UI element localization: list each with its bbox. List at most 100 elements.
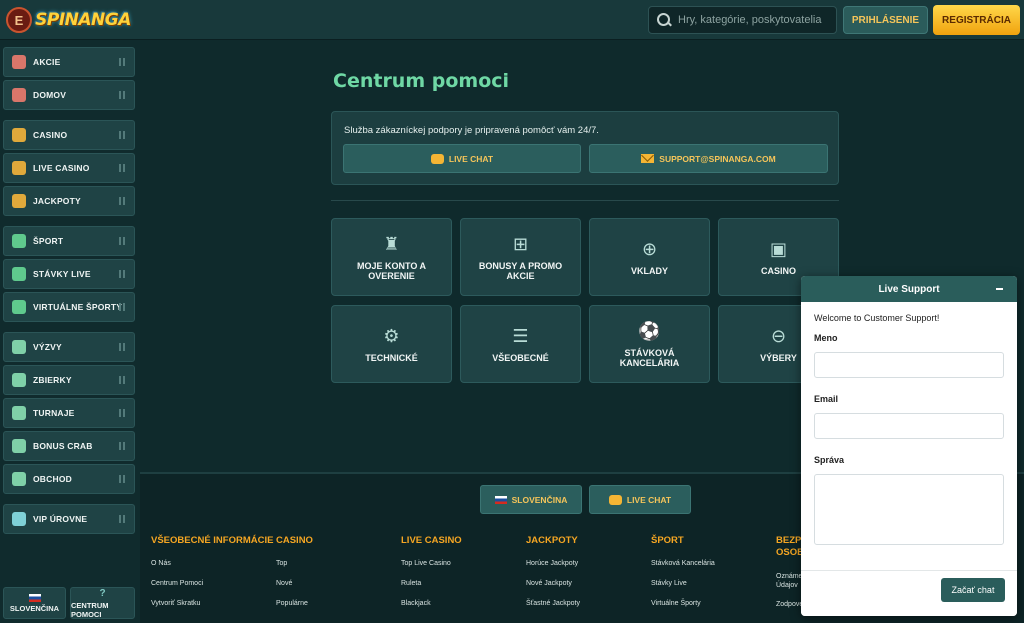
sidebar-item-10[interactable]: TURNAJE [3, 398, 135, 428]
category-label: VKLADY [630, 266, 668, 276]
gear-icon: ⚙ [383, 325, 400, 346]
chat-icon [430, 153, 444, 164]
footer-link[interactable]: Šťastné Jackpoty [526, 600, 580, 607]
chevron-right-icon [119, 270, 125, 278]
sidebar-item-1[interactable]: DOMOV [3, 80, 135, 110]
sidebar-item-3[interactable]: LIVE CASINO [3, 153, 135, 183]
footer-link[interactable]: O Nás [151, 560, 171, 567]
trophy-icon [12, 406, 26, 420]
logo-text: SPINANGA [35, 10, 131, 30]
sidebar-item-label: ŠPORT [33, 236, 64, 246]
sidebar-help-button[interactable]: ? CENTRUM POMOCI [70, 587, 135, 619]
sidebar-language-button[interactable]: SLOVENČINA [3, 587, 66, 619]
live-chat-button[interactable]: LIVE CHAT [343, 144, 581, 173]
sidebar-item-4[interactable]: JACKPOTY [3, 186, 135, 216]
widget-title: Live Support [878, 283, 940, 295]
footer-live-chat-label: LIVE CHAT [626, 494, 672, 505]
sidebar-item-6[interactable]: STÁVKY LIVE [3, 259, 135, 289]
sidebar-item-2[interactable]: CASINO [3, 120, 135, 150]
category-card[interactable]: ♜ MOJE KONTO A OVERENIE [331, 218, 452, 296]
sidebar-item-0[interactable]: AKCIE [3, 47, 135, 77]
category-label: MOJE KONTO A OVERENIE [356, 261, 426, 281]
account-icon: ♜ [383, 233, 400, 254]
email-field[interactable] [814, 413, 1004, 439]
minimize-icon[interactable] [996, 288, 1003, 290]
divider [331, 200, 839, 201]
sidebar-item-13[interactable]: VIP ÚROVNE [3, 504, 135, 534]
gift-icon [12, 55, 26, 69]
soccer-ball-icon [12, 234, 26, 248]
sidebar-item-label: VIP ÚROVNE [33, 514, 88, 524]
category-card[interactable]: ⊕ VKLADY [589, 218, 710, 296]
email-support-button[interactable]: SUPPORT@SPINANGA.COM [589, 144, 828, 173]
cards-icon [12, 373, 26, 387]
support-box: Služba zákazníckej podpory je pripravená… [331, 111, 839, 185]
gift-icon: ⊞ [512, 233, 529, 254]
footer-column-title: LIVE CASINO [401, 535, 462, 546]
footer-link[interactable]: Vytvoriť Skratku [151, 600, 200, 607]
sidebar-item-12[interactable]: OBCHOD [3, 464, 135, 494]
sidebar-item-label: STÁVKY LIVE [33, 269, 91, 279]
sidebar-item-label: AKCIE [33, 57, 61, 67]
list-icon: ☰ [512, 325, 529, 346]
widget-header: Live Support [801, 276, 1017, 302]
sidebar-item-label: DOMOV [33, 90, 67, 100]
category-card[interactable]: ☰ VŠEOBECNÉ [460, 305, 581, 383]
chevron-right-icon [119, 58, 125, 66]
logo[interactable]: SPINANGA [35, 3, 131, 37]
sidebar-item-label: OBCHOD [33, 474, 72, 484]
sidebar-item-9[interactable]: ZBIERKY [3, 365, 135, 395]
footer-link[interactable]: Oznáme Údajov [776, 572, 802, 590]
slot-machine-icon [12, 128, 26, 142]
support-text: Služba zákazníckej podpory je pripravená… [344, 125, 599, 136]
sidebar-item-5[interactable]: ŠPORT [3, 226, 135, 256]
search-input[interactable] [678, 14, 828, 26]
message-field[interactable] [814, 474, 1004, 545]
widget-body: Welcome to Customer Support! Meno Email … [801, 302, 1017, 545]
start-chat-button[interactable]: Začať chat [941, 578, 1005, 602]
footer-column-title: ŠPORT [651, 535, 684, 546]
footer-link[interactable]: Horúce Jackpoty [526, 560, 578, 567]
slovak-flag-icon [28, 593, 41, 602]
chevron-right-icon [119, 515, 125, 523]
sidebar-item-label: ZBIERKY [33, 375, 72, 385]
chevron-right-icon [119, 376, 125, 384]
footer-live-chat-button[interactable]: LIVE CHAT [589, 485, 691, 514]
footer-link[interactable]: Zodpove [776, 600, 803, 609]
dealer-icon [12, 161, 26, 175]
footer-link[interactable]: Nové Jackpoty [526, 580, 572, 587]
category-label: TECHNICKÉ [365, 353, 418, 363]
sidebar-help-label: CENTRUM POMOCI [71, 600, 109, 619]
name-field[interactable] [814, 352, 1004, 378]
sidebar-item-label: VIRTUÁLNE ŠPORTY [33, 302, 123, 312]
sidebar-item-label: JACKPOTY [33, 196, 81, 206]
category-card[interactable]: ⊞ BONUSY A PROMO AKCIE [460, 218, 581, 296]
menu-toggle-button[interactable]: E [6, 7, 32, 33]
footer-link[interactable]: Stávky Live [651, 580, 687, 587]
footer-language-label: SLOVENČINA [511, 494, 568, 505]
category-card[interactable]: ⚙ TECHNICKÉ [331, 305, 452, 383]
sidebar-item-label: TURNAJE [33, 408, 75, 418]
register-button[interactable]: REGISTRÁCIA [933, 5, 1020, 35]
footer-link[interactable]: Ruleta [401, 580, 421, 587]
question-icon: ? [99, 587, 106, 599]
sidebar-item-11[interactable]: BONUS CRAB [3, 431, 135, 461]
virtual-sport-icon [12, 300, 26, 314]
footer-link[interactable]: Populárne [276, 600, 308, 607]
search-bar[interactable] [648, 6, 837, 34]
footer-link[interactable]: Blackjack [401, 600, 431, 607]
chevron-right-icon [119, 343, 125, 351]
category-card[interactable]: ⚽ STÁVKOVÁ KANCELÁRIA [589, 305, 710, 383]
category-label: VŠEOBECNÉ [492, 353, 549, 363]
sidebar-item-8[interactable]: VÝZVY [3, 332, 135, 362]
footer-link[interactable]: Top Live Casino [401, 560, 451, 567]
sidebar-item-7[interactable]: VIRTUÁLNE ŠPORTY [3, 292, 135, 322]
footer-link[interactable]: Nové [276, 580, 292, 587]
footer-link[interactable]: Virtuálne Športy [651, 600, 701, 607]
footer-language-button[interactable]: SLOVENČINA [480, 485, 582, 514]
sidebar-item-label: BONUS CRAB [33, 441, 93, 451]
footer-link[interactable]: Centrum Pomoci [151, 580, 203, 587]
footer-link[interactable]: Stávková Kancelária [651, 560, 715, 567]
footer-link[interactable]: Top [276, 560, 287, 567]
login-button[interactable]: PRIHLÁSENIE [843, 6, 928, 34]
